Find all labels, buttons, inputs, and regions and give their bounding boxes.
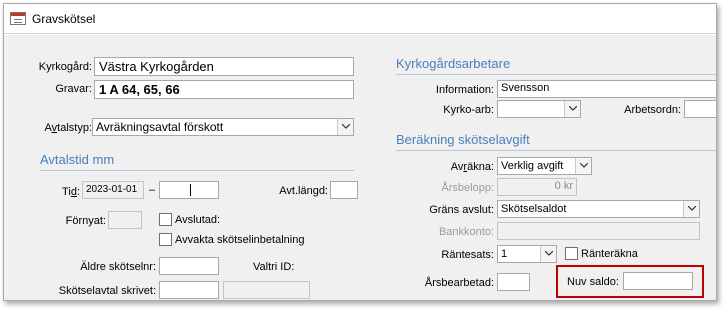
avtalstyp-label: Avtalstyp: — [44, 122, 93, 134]
arbetsordn-field[interactable] — [684, 100, 716, 118]
kyrkogardsarbetare-section-rule — [396, 74, 716, 75]
avvakta-checkbox[interactable] — [159, 233, 172, 246]
chevron-down-icon — [569, 106, 577, 111]
arsbelopp-field[interactable]: 0 kr — [497, 178, 577, 196]
avvakta-label: Avvakta skötselinbetalning — [175, 234, 305, 246]
avtalstyp-dropdown-button[interactable] — [337, 119, 353, 135]
tid-separator: – — [149, 184, 156, 196]
information-field[interactable]: Svensson — [497, 80, 716, 98]
avrakna-dropdown-button[interactable] — [575, 158, 591, 174]
arsbearbetad-field[interactable] — [497, 273, 530, 291]
tid-to-field[interactable] — [159, 181, 219, 199]
avrakna-combo[interactable]: Verklig avgift — [497, 157, 592, 175]
rantesats-label: Räntesats: — [441, 249, 494, 261]
fornyat-field[interactable] — [108, 211, 142, 229]
tid-from-field[interactable]: 2023-01-01 — [82, 181, 144, 199]
aldre-skotselnr-field[interactable] — [159, 257, 219, 275]
avslutad-checkbox[interactable] — [159, 213, 172, 226]
kyrko-arb-combo[interactable] — [497, 100, 581, 118]
grans-avslut-label: Gräns avslut: — [429, 204, 494, 216]
skotselavtal-skrivet-field-2[interactable] — [223, 281, 310, 299]
gravar-field[interactable]: 1 A 64, 65, 66 — [94, 80, 354, 99]
tid-label: Tid: — [62, 186, 80, 198]
gravar-label: Gravar: — [55, 83, 92, 95]
skotselavtal-skrivet-field[interactable] — [159, 281, 219, 299]
kyrkogardsarbetare-section-header: Kyrkogårdsarbetare — [396, 56, 511, 71]
avtalstid-section-rule — [40, 170, 354, 171]
nuv-saldo-field[interactable] — [623, 272, 693, 290]
avslutad-label: Avslutad: — [175, 214, 221, 226]
form-title: Gravskötsel — [32, 12, 96, 26]
form-body: Kyrkogård: Västra Kyrkogården Gravar: 1 … — [4, 35, 716, 300]
berakning-section-rule — [396, 150, 716, 151]
rantesats-value: 1 — [501, 248, 508, 260]
bankkonto-field[interactable] — [497, 222, 700, 240]
nuv-saldo-label: Nuv saldo: — [567, 276, 619, 288]
chevron-down-icon — [580, 163, 588, 168]
avrakna-value: Verklig avgift — [501, 160, 564, 172]
avtalstid-section-header: Avtalstid mm — [40, 152, 115, 167]
chevron-down-icon — [545, 251, 553, 256]
bankkonto-label: Bankkonto: — [438, 226, 494, 238]
avtalstyp-value: Avräkningsavtal förskott — [96, 120, 224, 134]
form-window: Gravskötsel Kyrkogård: Västra Kyrkogårde… — [3, 3, 717, 301]
arsbelopp-label: Årsbelopp: — [441, 182, 494, 194]
grans-avslut-combo[interactable]: Skötselsaldot — [497, 200, 700, 218]
aldre-skotselnr-label: Äldre skötselnr: — [80, 261, 156, 273]
form-title-bar: Gravskötsel — [4, 4, 716, 34]
information-label: Information: — [435, 84, 494, 96]
avt-langd-label: Avt.längd: — [279, 185, 328, 197]
rantesats-dropdown-button[interactable] — [540, 246, 556, 262]
avt-langd-field[interactable] — [330, 181, 358, 199]
kyrkogard-label: Kyrkogård: — [38, 61, 92, 73]
valtri-id-label: Valtri ID: — [253, 261, 295, 273]
chevron-down-icon — [342, 124, 350, 129]
text-caret — [190, 184, 191, 196]
grans-avslut-value: Skötselsaldot — [501, 203, 567, 215]
berakning-section-header: Beräkning skötselavgift — [396, 132, 530, 147]
arbetsordn-label: Arbetsordn: — [624, 104, 681, 116]
chevron-down-icon — [688, 206, 696, 211]
kyrko-arb-dropdown-button[interactable] — [564, 101, 580, 117]
form-icon — [10, 12, 26, 25]
avtalstyp-combo[interactable]: Avräkningsavtal förskott — [92, 118, 354, 136]
rantrakna-label: Ränteräkna — [581, 248, 638, 260]
grans-avslut-dropdown-button[interactable] — [683, 201, 699, 217]
rantrakna-checkbox[interactable] — [565, 247, 578, 260]
rantesats-combo[interactable]: 1 — [497, 245, 557, 263]
avrakna-label: Avräkna: — [450, 161, 494, 173]
kyrkogard-field[interactable]: Västra Kyrkogården — [94, 57, 354, 76]
fornyat-label: Förnyat: — [65, 215, 106, 227]
skotselavtal-skrivet-label: Skötselavtal skrivet: — [58, 285, 156, 297]
kyrko-arb-label: Kyrko-arb: — [443, 104, 494, 116]
arsbearbetad-label: Årsbearbetad: — [424, 277, 494, 289]
